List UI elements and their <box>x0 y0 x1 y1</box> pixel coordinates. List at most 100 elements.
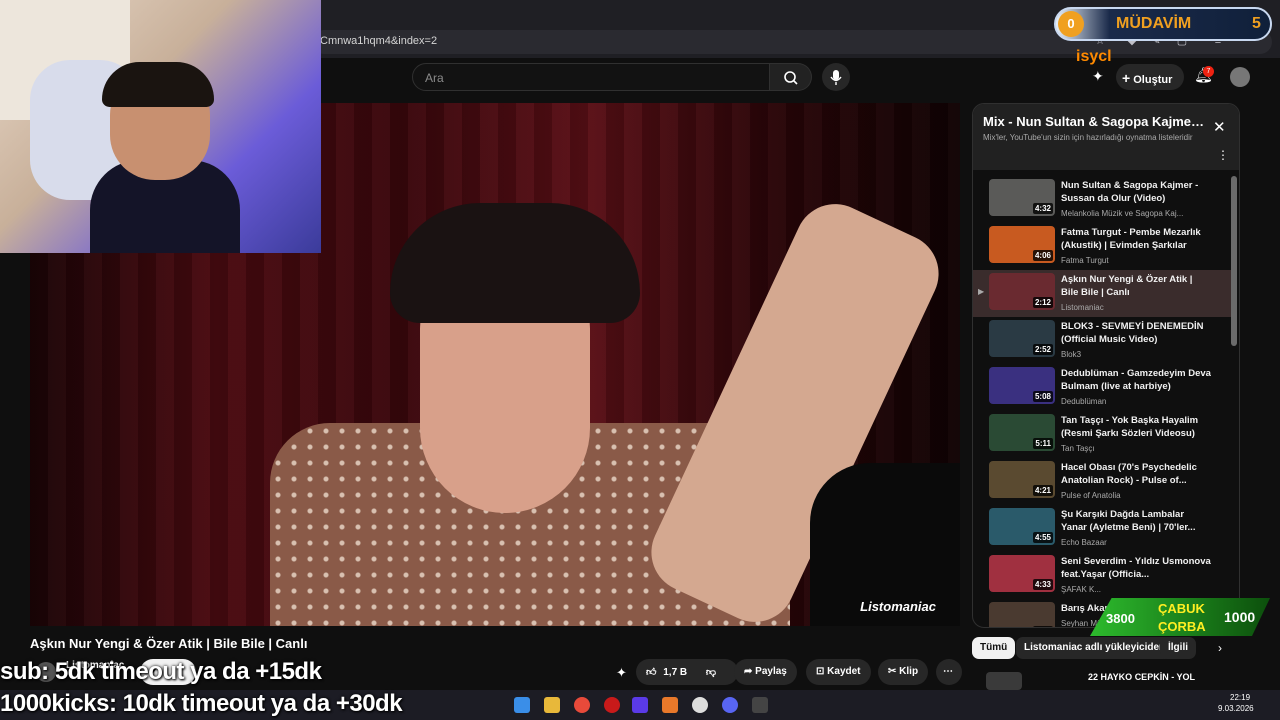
create-label: Oluştur <box>1133 74 1173 86</box>
playlist-item[interactable]: ▶ 2:12 Aşkın Nur Yengi & Özer Atik | Bile … <box>973 270 1231 317</box>
chatgpt-icon[interactable] <box>692 697 708 713</box>
more-actions-button[interactable]: ⋯ <box>936 659 962 685</box>
up-next-thumbnail[interactable] <box>986 672 1022 690</box>
share-icon: ➦ <box>744 666 753 677</box>
playlist-item[interactable]: 5:11 Tan Taşçı - Yok Başka Hayalim (Resmi… <box>973 411 1231 458</box>
playlist-item-thumbnail: 4:32 <box>989 179 1055 216</box>
playlist-item-thumbnail: 2:12 <box>989 273 1055 310</box>
start-icon[interactable] <box>514 697 530 713</box>
avatar[interactable] <box>1230 67 1250 87</box>
save-button[interactable]: ⊡ Kaydet <box>806 659 871 685</box>
playlist-item-thumbnail: 4:55 <box>989 508 1055 545</box>
loyalty-badge: 0 MÜDAVİM 5 <box>1054 7 1272 41</box>
voice-search-button[interactable] <box>822 63 850 91</box>
playlist-item-channel: Tan Taşçı <box>1061 444 1095 453</box>
playlist-item-title: Nun Sultan & Sagopa Kajmer - Sussan da O… <box>1061 180 1199 204</box>
url-text: Cmnwa1hqm4&index=2 <box>320 35 438 47</box>
hair <box>390 203 640 323</box>
playlist-item[interactable]: 4:21 Hacel Obası (70's Psychedelic Anatol… <box>973 458 1231 505</box>
playlist-item-thumbnail: 4:06 <box>989 226 1055 263</box>
video-title: Aşkın Nur Yengi & Özer Atik | Bile Bile … <box>30 636 308 651</box>
more-vert-icon[interactable]: ⋮ <box>1217 148 1229 162</box>
promo-bottom: ÇORBA <box>1158 619 1206 634</box>
chip-related[interactable]: İlgili <box>1160 637 1196 659</box>
badge-label: MÜDAVİM <box>1116 15 1192 32</box>
playlist-item-title: Seni Severdim - Yıldız Usmonova feat.Yaş… <box>1061 556 1211 580</box>
playlist-item-channel: Listomaniac <box>1061 303 1104 312</box>
up-next-title[interactable]: 22 HAYKO CEPKİN - YOL <box>1088 672 1195 682</box>
plus-icon: + <box>1122 70 1131 86</box>
app-icon-2[interactable] <box>752 697 768 713</box>
streamer-hair <box>102 62 214 107</box>
dislike-icon[interactable]: 👎︎ <box>706 667 716 678</box>
discord-icon[interactable] <box>722 697 738 713</box>
mic-icon <box>830 70 842 85</box>
create-button[interactable]: + Oluştur <box>1116 64 1184 90</box>
like-icon[interactable]: 👍︎ <box>646 667 656 678</box>
playlist-item-duration: 4:55 <box>1032 532 1053 543</box>
like-dislike-group: 👍︎ 1,7 B 👎︎ <box>636 659 738 685</box>
clock-date: 9.03.2026 <box>1218 704 1254 713</box>
share-label: Paylaş <box>755 666 787 677</box>
playlist-item-duration: 4:21 <box>1032 485 1053 496</box>
sparkle-icon[interactable]: ✦ <box>1092 68 1104 85</box>
playlist-panel: Mix - Nun Sultan & Sagopa Kajmer -... Mi… <box>972 103 1240 628</box>
playlist-title[interactable]: Mix - Nun Sultan & Sagopa Kajmer -... <box>983 114 1209 129</box>
sparkle-icon-2[interactable]: ✦ <box>616 665 627 681</box>
folder-icon[interactable] <box>544 697 560 713</box>
psycho-text: isycl <box>1076 48 1112 65</box>
close-icon[interactable]: ✕ <box>1213 118 1226 136</box>
search-icon <box>784 71 798 85</box>
playlist-item-duration: 2:52 <box>1032 344 1053 355</box>
playlist-item[interactable]: 4:55 Şu Karşıki Dağda Lambalar Yanar (Ayl… <box>973 505 1231 552</box>
chrome-icon[interactable] <box>574 697 590 713</box>
playlist-item-thumbnail: 4:33 <box>989 555 1055 592</box>
playlist-scrollbar[interactable] <box>1231 176 1237 346</box>
share-button[interactable]: ➦ Paylaş <box>734 659 797 685</box>
chevron-right-icon[interactable]: › <box>1218 641 1222 655</box>
like-count[interactable]: 1,7 B <box>663 667 687 678</box>
clip-button[interactable]: ✂ Klip <box>878 659 929 685</box>
playlist-item-duration: 3:52 <box>1032 626 1053 627</box>
badge-left-value: 0 <box>1058 11 1084 37</box>
playlist-item[interactable]: 2:52 BLOK3 - SEVMEYİ DENEMEDİN (Official … <box>973 317 1231 364</box>
playlist-item[interactable]: 4:06 Fatma Turgut - Pembe Mezarlık (Akust… <box>973 223 1231 270</box>
app-icon[interactable] <box>632 697 648 713</box>
clip-label: Klip <box>899 666 919 677</box>
playlist-item-title: BLOK3 - SEVMEYİ DENEMEDİN (Official Musi… <box>1061 321 1204 345</box>
playlist-item[interactable]: 4:32 Nun Sultan & Sagopa Kajmer - Sussan … <box>973 176 1231 223</box>
playlist-item-title: Fatma Turgut - Pembe Mezarlık (Akustik) … <box>1061 227 1201 251</box>
playlist-item-channel: Pulse of Anatolia <box>1061 491 1121 500</box>
playlist-item[interactable]: 4:33 Seni Severdim - Yıldız Usmonova feat… <box>973 552 1231 599</box>
playlist-item-duration: 4:33 <box>1032 579 1053 590</box>
promo-right: 1000 <box>1224 609 1256 625</box>
chip-uploader[interactable]: Listomaniac adlı yükleyiciden <box>1016 637 1174 659</box>
clock-time: 22:19 <box>1230 693 1251 702</box>
playlist-item-thumbnail: 4:21 <box>989 461 1055 498</box>
save-icon: ⊡ <box>816 666 825 677</box>
playlist-item-channel: Blok3 <box>1061 350 1082 359</box>
kicks-rule-text: 1000kicks: 10dk timeout ya da +30dk <box>0 690 403 717</box>
playlist-item[interactable]: 5:08 Dedublüman - Gamzedeyim Deva Bulmam … <box>973 364 1231 411</box>
playlist-item-channel: Echo Bazaar <box>1061 538 1107 547</box>
badge-right-value: 5 <box>1252 15 1261 32</box>
playlist-item-title: Şu Karşıki Dağda Lambalar Yanar (Ayletme… <box>1061 509 1196 533</box>
webcam-overlay <box>0 0 321 253</box>
playlist-item-channel: Fatma Turgut <box>1061 256 1109 265</box>
playlist-item-title: Dedublüman - Gamzedeyim Deva Bulmam (liv… <box>1061 368 1211 392</box>
sub-rule-text: sub: 5dk timeout ya da +15dk <box>0 658 322 685</box>
promo-left: 3800 <box>1106 611 1135 626</box>
clip-icon: ✂ <box>888 666 897 677</box>
chip-all[interactable]: Tümü <box>972 637 1016 659</box>
playlist-item-thumbnail: 2:52 <box>989 320 1055 357</box>
now-playing-icon: ▶ <box>978 287 985 296</box>
playlist-item-title: Aşkın Nur Yengi & Özer Atik | Bile Bile … <box>1061 274 1193 298</box>
playlist-subtitle: Mix'ler, YouTube'un sizin için hazırladı… <box>983 133 1193 142</box>
brave-icon[interactable] <box>662 697 678 713</box>
opera-icon[interactable] <box>604 697 620 713</box>
playlist-item-duration: 4:32 <box>1032 203 1053 214</box>
playlist-header: Mix - Nun Sultan & Sagopa Kajmer -... Mi… <box>973 104 1239 170</box>
playlist-item-duration: 5:08 <box>1032 391 1053 402</box>
search-input[interactable]: Ara <box>412 63 770 91</box>
search-button[interactable] <box>770 63 812 91</box>
